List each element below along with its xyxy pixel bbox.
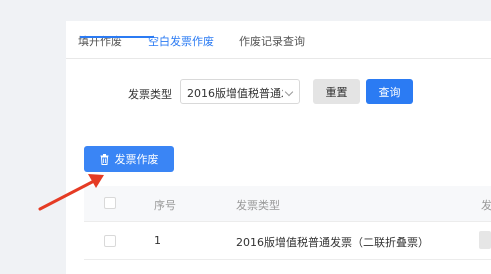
annotation-arrow xyxy=(38,174,104,211)
